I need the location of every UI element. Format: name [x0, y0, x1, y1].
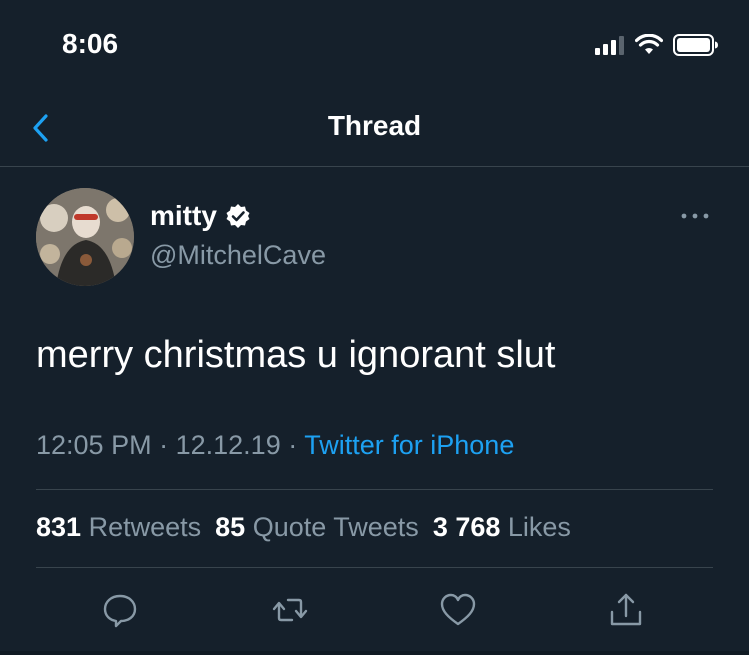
wifi-icon	[635, 34, 663, 54]
user-handle[interactable]: @MitchelCave	[150, 240, 326, 271]
more-options-button[interactable]	[679, 206, 711, 226]
likes-stat[interactable]: 3 768 Likes	[433, 512, 571, 543]
avatar[interactable]	[36, 188, 134, 286]
divider	[36, 489, 713, 490]
tweet-stats: 831 Retweets 85 Quote Tweets 3 768 Likes	[36, 512, 571, 543]
reply-icon	[103, 594, 137, 628]
retweets-label: Retweets	[88, 512, 202, 542]
tweet-text: merry christmas u ignorant slut	[36, 334, 556, 376]
action-bar	[0, 586, 749, 634]
display-name[interactable]: mitty	[150, 200, 217, 232]
nav-header: Thread	[0, 90, 749, 167]
retweets-count: 831	[36, 512, 82, 542]
reply-button[interactable]	[100, 590, 140, 630]
tweet-meta: 12:05 PM · 12.12.19 · Twitter for iPhone	[36, 430, 514, 461]
share-button[interactable]	[606, 590, 646, 630]
status-icons	[595, 34, 719, 56]
likes-label: Likes	[507, 512, 571, 542]
meta-separator: ·	[288, 430, 298, 460]
more-horizontal-icon	[681, 213, 709, 219]
share-icon	[610, 593, 642, 626]
tweet-source-link[interactable]: Twitter for iPhone	[304, 430, 514, 460]
like-button[interactable]	[438, 590, 478, 630]
thread-screen: 8:06 Thread mitty @MitchelCave merry chr…	[0, 0, 749, 655]
retweet-icon	[272, 598, 308, 622]
battery-icon	[673, 34, 718, 56]
divider	[36, 567, 713, 568]
author-name-row: mitty	[150, 200, 251, 232]
retweets-stat[interactable]: 831 Retweets	[36, 512, 201, 543]
retweet-button[interactable]	[270, 590, 310, 630]
verified-badge-icon	[226, 204, 250, 228]
quote-tweets-count: 85	[215, 512, 246, 542]
heart-icon	[440, 593, 476, 626]
bottom-edge	[0, 651, 749, 655]
tweet-time: 12:05 PM	[36, 430, 152, 460]
quote-tweets-stat[interactable]: 85 Quote Tweets	[215, 512, 419, 543]
avatar-image	[36, 188, 134, 286]
cellular-signal-icon	[595, 36, 624, 55]
quote-tweets-label: Quote Tweets	[252, 512, 419, 542]
tweet-date: 12.12.19	[175, 430, 281, 460]
likes-count: 3 768	[432, 512, 501, 542]
status-time: 8:06	[62, 28, 119, 59]
page-title: Thread	[327, 110, 422, 141]
meta-separator: ·	[159, 430, 169, 460]
